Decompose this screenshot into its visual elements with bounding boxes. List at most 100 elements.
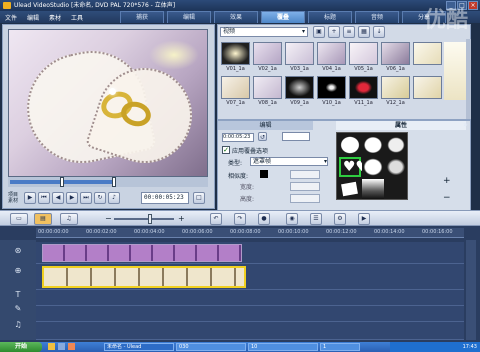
tab-edit-options[interactable]: 编辑 [218, 121, 313, 130]
library-thumb[interactable] [285, 42, 314, 65]
library-thumb[interactable] [413, 76, 442, 99]
end-button[interactable]: ⏭ [80, 192, 92, 204]
tab-capture[interactable]: 捕获 [120, 11, 164, 23]
library-thumb[interactable] [349, 76, 378, 99]
overlay-clip-selected[interactable] [42, 266, 246, 288]
library-category-dropdown[interactable]: 视频 ▾ [220, 27, 308, 37]
scrubber-bar[interactable] [8, 177, 208, 187]
overlay-track-icon[interactable]: ⊕ [4, 266, 32, 284]
rotate-icon[interactable]: ↺ [258, 132, 267, 141]
clock[interactable]: 17:43 [463, 344, 477, 350]
voiceover-icon[interactable]: ◉ [286, 213, 298, 225]
opacity-field[interactable] [282, 132, 310, 141]
title-track[interactable] [36, 290, 464, 306]
mask-burst[interactable] [385, 157, 407, 177]
library-thumb[interactable] [413, 42, 442, 65]
library-thumb[interactable] [253, 76, 282, 99]
timeline-view-icon[interactable]: ▤ [34, 213, 52, 225]
import-icon[interactable]: ↓ [373, 26, 385, 38]
time-ruler[interactable]: 00:00:00:00 00:00:02:00 00:00:04:00 00:0… [36, 228, 464, 238]
library-thumb[interactable] [381, 76, 410, 99]
volume-button[interactable]: ♪ [108, 192, 120, 204]
menu-clip[interactable]: 素材 [44, 13, 66, 22]
library-thumb[interactable] [285, 76, 314, 99]
track-manager-icon[interactable]: ☰ [310, 213, 322, 225]
zoom-slider-handle[interactable] [148, 214, 152, 224]
folder-icon[interactable]: ▣ [313, 26, 325, 38]
enlarge-button[interactable]: □ [193, 192, 205, 204]
repeat-button[interactable]: ↻ [94, 192, 106, 204]
next-frame-button[interactable]: ▶ [66, 192, 78, 204]
render-icon[interactable]: ▶ [358, 213, 370, 225]
mask-paper[interactable] [339, 179, 361, 199]
expand-panel-icon[interactable]: » [463, 120, 468, 129]
remove-mask-button[interactable]: − [443, 193, 451, 203]
library-thumb-partial[interactable] [444, 42, 466, 100]
type-dropdown[interactable]: 遮罩帧 ▾ [250, 157, 328, 166]
ie-icon[interactable] [48, 343, 55, 350]
audio-view-icon[interactable]: ♫ [60, 213, 78, 225]
timecode-display[interactable]: 00:00:05:23 [141, 192, 189, 204]
timeline-vertical-scrollbar[interactable] [466, 240, 476, 340]
play-button[interactable]: ▶ [24, 192, 36, 204]
mask-gradient[interactable] [362, 179, 384, 199]
trim-handle-start[interactable] [60, 177, 64, 187]
close-button[interactable]: × [468, 1, 478, 10]
taskbar-window-ulead[interactable]: 未命名 - Ulead [104, 343, 174, 351]
tab-edit[interactable]: 编辑 [167, 11, 211, 23]
tab-effect[interactable]: 效果 [214, 11, 258, 23]
library-thumb[interactable] [349, 42, 378, 65]
zoom-in-icon[interactable]: + [178, 214, 185, 223]
tab-overlay[interactable]: 覆叠 [261, 11, 305, 23]
voice-track[interactable] [36, 306, 464, 322]
height-field[interactable] [290, 194, 320, 203]
menu-tools[interactable]: 工具 [66, 13, 88, 22]
home-button[interactable]: ⏮ [38, 192, 50, 204]
video-track-icon[interactable]: ⊛ [4, 246, 32, 264]
duration-field[interactable]: 0:00:05:23 [222, 133, 254, 142]
zoom-out-icon[interactable]: − [105, 214, 112, 223]
mask-hearts-selected[interactable]: ♥♥ [339, 157, 368, 177]
menu-file[interactable]: 文件 [0, 13, 22, 22]
library-thumb[interactable] [253, 42, 282, 65]
width-field[interactable] [290, 182, 320, 191]
redo-icon[interactable]: ↷ [234, 213, 246, 225]
mask-splash[interactable] [385, 135, 407, 155]
taskbar-window-1[interactable]: 030 [176, 343, 246, 351]
library-scrollbar[interactable] [466, 39, 471, 119]
library-thumb[interactable] [317, 42, 346, 65]
tab-attribute[interactable]: 属性 [336, 121, 466, 130]
thumbnail-view-icon[interactable]: ▦ [358, 26, 370, 38]
library-thumb[interactable] [317, 76, 346, 99]
library-thumb[interactable] [221, 42, 250, 65]
add-mask-button[interactable]: + [443, 176, 451, 186]
media-icon[interactable] [68, 343, 75, 350]
undo-icon[interactable]: ↶ [210, 213, 222, 225]
zoom-slider[interactable] [114, 214, 174, 224]
tab-audio[interactable]: 音频 [355, 11, 399, 23]
add-media-icon[interactable]: + [328, 26, 340, 38]
video-track[interactable] [36, 242, 464, 264]
record-icon[interactable]: ● [258, 213, 270, 225]
mask-fog[interactable] [362, 157, 384, 177]
video-clip[interactable] [42, 244, 242, 262]
overlay-track[interactable] [36, 264, 464, 290]
library-thumb[interactable] [221, 76, 250, 99]
storyboard-view-icon[interactable]: ▭ [10, 213, 28, 225]
mode-clip-label[interactable]: 素材 [8, 198, 22, 204]
library-thumb[interactable] [381, 42, 410, 65]
options-icon[interactable]: ≡ [343, 26, 355, 38]
music-track[interactable] [36, 322, 464, 340]
taskbar-window-2[interactable]: 10 [248, 343, 318, 351]
overlay-options-checkbox[interactable]: ✓ [222, 146, 230, 154]
mask-cloud-2[interactable] [362, 135, 384, 155]
desktop-icon[interactable] [58, 343, 65, 350]
start-button[interactable]: 开始 [0, 342, 42, 352]
similarity-field[interactable] [290, 170, 320, 179]
menu-edit[interactable]: 编辑 [22, 13, 44, 22]
tab-title[interactable]: 标题 [308, 11, 352, 23]
prev-frame-button[interactable]: ◀ [52, 192, 64, 204]
taskbar-window-3[interactable]: 1 [320, 343, 360, 351]
color-swatch[interactable] [260, 170, 268, 178]
music-track-icon[interactable]: ♫ [4, 320, 32, 338]
